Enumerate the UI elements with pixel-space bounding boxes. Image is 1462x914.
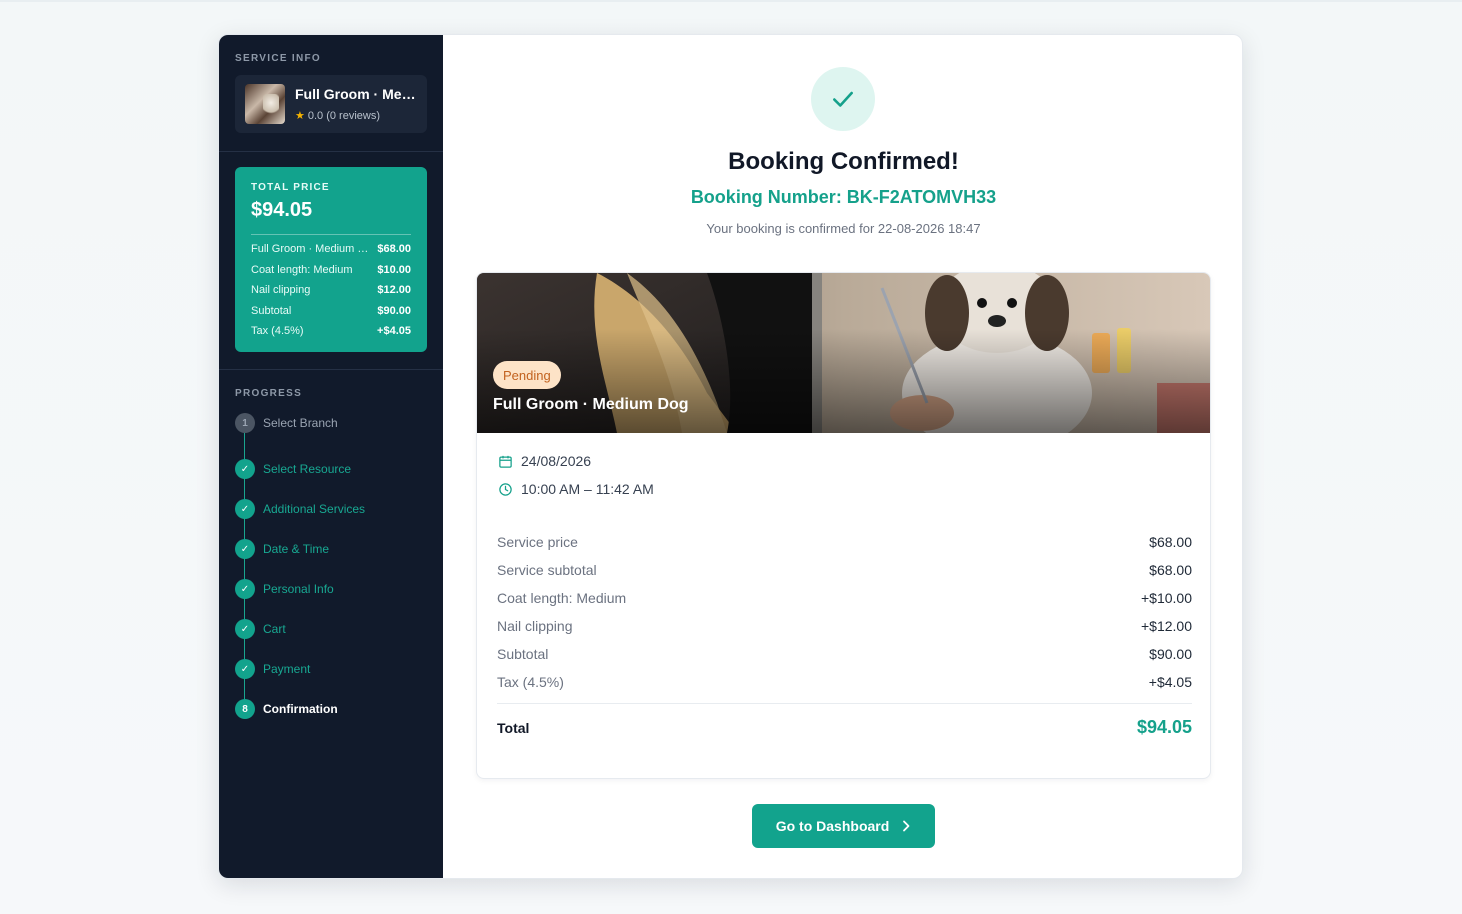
price-row-label: Tax (4.5%) xyxy=(251,325,304,337)
check-icon: ✓ xyxy=(235,499,255,519)
price-row-label: Subtotal xyxy=(251,305,292,317)
rating-text: 0.0 (0 reviews) xyxy=(307,110,381,122)
check-icon: ✓ xyxy=(235,619,255,639)
step-label: Select Resource xyxy=(263,462,352,476)
booking-number: Booking Number: BK-F2ATOMVH33 xyxy=(690,187,997,207)
total-value: $94.05 xyxy=(1136,717,1192,737)
price-divider xyxy=(251,234,411,235)
step-confirmation[interactable]: 8 Confirmation xyxy=(235,699,338,719)
price-line-label: Nail clipping xyxy=(497,618,573,634)
price-line-value: +$10.00 xyxy=(1141,590,1192,606)
step-payment[interactable]: ✓ Payment xyxy=(235,659,310,679)
step-additional-services[interactable]: ✓ Additional Services xyxy=(235,499,365,519)
date-text: 24/08/2026 xyxy=(521,453,592,469)
booking-subtitle: Your booking is confirmed for 22-08-2026… xyxy=(706,221,981,236)
step-select-resource[interactable]: ✓ Select Resource xyxy=(235,459,351,479)
price-row-label: Coat length: Medium xyxy=(251,264,353,276)
price-row-value: $10.00 xyxy=(377,264,411,276)
total-label: Total xyxy=(497,719,530,736)
price-line-label: Coat length: Medium xyxy=(497,590,627,606)
service-info-label: SERVICE INFO xyxy=(235,53,321,64)
page-title: Booking Confirmed! xyxy=(728,148,959,175)
price-row-value: $68.00 xyxy=(377,243,411,255)
step-number: 1 xyxy=(235,413,255,433)
price-line: Nail clipping +$12.00 xyxy=(497,618,1192,634)
price-row-value: $90.00 xyxy=(377,305,411,317)
service-hero-image: Pending Full Groom · Medium Dog xyxy=(477,273,1210,433)
price-line-value: +$4.05 xyxy=(1148,674,1192,690)
booking-time: 10:00 AM – 11:42 AM xyxy=(497,481,654,497)
step-label: Additional Services xyxy=(263,502,366,516)
service-thumbnail xyxy=(245,84,285,124)
total-price-value: $94.05 xyxy=(251,199,313,221)
time-text: 10:00 AM – 11:42 AM xyxy=(521,481,654,497)
price-line: Tax (4.5%) +$4.05 xyxy=(497,674,1192,690)
price-row: Coat length: Medium $10.00 xyxy=(251,264,411,276)
price-line: Service subtotal $68.00 xyxy=(497,562,1192,578)
service-name: Full Groom · Medium Dog xyxy=(295,86,419,102)
chevron-right-icon xyxy=(901,820,911,832)
price-line-label: Service subtotal xyxy=(497,562,597,578)
clock-icon xyxy=(497,481,513,497)
check-icon: ✓ xyxy=(235,659,255,679)
price-line-label: Service price xyxy=(497,534,578,550)
step-label: Date & Time xyxy=(263,542,330,556)
booking-card: SERVICE INFO Full Groom · Medium Dog ★0.… xyxy=(218,34,1243,879)
divider xyxy=(219,369,443,370)
price-line: Coat length: Medium +$10.00 xyxy=(497,590,1192,606)
price-line: Service price $68.00 xyxy=(497,534,1192,550)
price-line-label: Subtotal xyxy=(497,646,549,662)
sidebar: SERVICE INFO Full Groom · Medium Dog ★0.… xyxy=(219,35,443,878)
progress-label: PROGRESS xyxy=(235,388,303,399)
service-summary: Full Groom · Medium Dog ★0.0 (0 reviews) xyxy=(235,75,427,133)
price-row: Full Groom · Medium Dog $68.00 xyxy=(251,243,411,255)
price-row: Subtotal $90.00 xyxy=(251,305,411,317)
step-personal-info[interactable]: ✓ Personal Info xyxy=(235,579,334,599)
total-divider xyxy=(497,703,1192,704)
calendar-icon xyxy=(497,453,513,469)
price-line: Subtotal $90.00 xyxy=(497,646,1192,662)
top-border xyxy=(0,0,1462,2)
price-row: Nail clipping $12.00 xyxy=(251,284,411,296)
price-line-value: $68.00 xyxy=(1149,562,1192,578)
booking-date: 24/08/2026 xyxy=(497,453,591,469)
step-label: Confirmation xyxy=(263,702,338,716)
checkmark-icon xyxy=(833,91,853,107)
step-select-branch[interactable]: 1 Select Branch xyxy=(235,413,338,433)
success-check-icon xyxy=(811,67,875,131)
status-badge: Pending xyxy=(493,361,561,389)
price-row-value: +$4.05 xyxy=(377,325,411,337)
price-line-value: $68.00 xyxy=(1149,534,1192,550)
divider xyxy=(219,151,443,152)
go-to-dashboard-button[interactable]: Go to Dashboard xyxy=(752,804,935,848)
service-title: Full Groom · Medium Dog xyxy=(493,396,689,413)
total-row: Total $94.05 xyxy=(497,717,1192,738)
price-line-value: +$12.00 xyxy=(1141,618,1192,634)
step-label: Cart xyxy=(263,622,286,636)
dashboard-button-label: Go to Dashboard xyxy=(775,818,890,834)
price-line-label: Tax (4.5%) xyxy=(497,674,564,690)
step-label: Personal Info xyxy=(263,582,334,596)
check-icon: ✓ xyxy=(235,539,255,559)
price-row-label: Full Groom · Medium Dog xyxy=(251,243,369,255)
confirmation-panel: Booking Confirmed! Booking Number: BK-F2… xyxy=(443,35,1242,878)
step-label: Select Branch xyxy=(263,416,338,430)
step-cart[interactable]: ✓ Cart xyxy=(235,619,286,639)
step-number: 8 xyxy=(235,699,255,719)
step-date-time[interactable]: ✓ Date & Time xyxy=(235,539,329,559)
price-row-value: $12.00 xyxy=(377,284,411,296)
check-icon: ✓ xyxy=(235,579,255,599)
booking-detail-card: Pending Full Groom · Medium Dog 24/08/20… xyxy=(476,272,1211,779)
price-line-value: $90.00 xyxy=(1149,646,1192,662)
price-row: Tax (4.5%) +$4.05 xyxy=(251,325,411,337)
step-label: Payment xyxy=(263,662,311,676)
service-rating: ★ 0.0 (0 reviews) xyxy=(295,109,380,122)
price-row-label: Nail clipping xyxy=(251,284,311,296)
check-icon: ✓ xyxy=(235,459,255,479)
total-price-panel: TOTAL PRICE $94.05 Full Groom · Medium D… xyxy=(235,167,427,352)
total-price-label: TOTAL PRICE xyxy=(251,182,330,193)
star-icon: ★ xyxy=(295,110,305,122)
